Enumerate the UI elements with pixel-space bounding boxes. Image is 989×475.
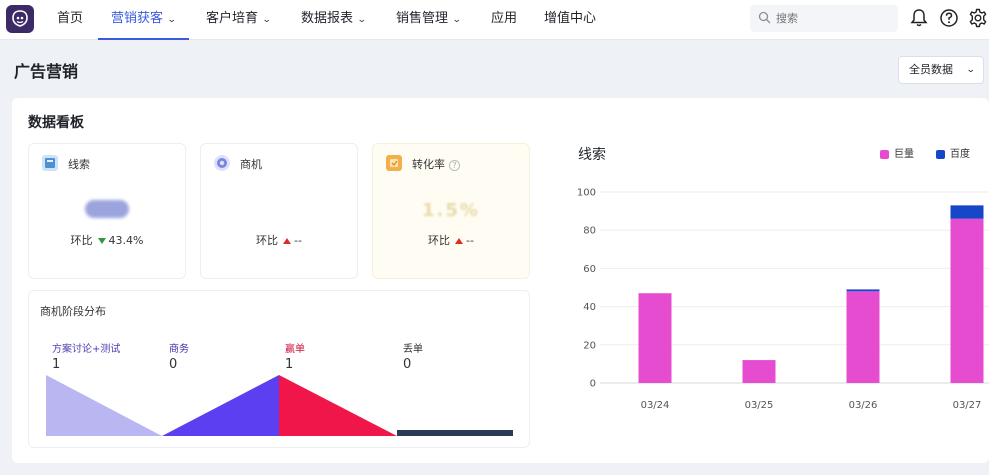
kpi-ratio: 环比 43.4%	[29, 232, 185, 248]
chevron-down-icon: ⌄	[166, 15, 177, 25]
y-tick-label: 100	[577, 188, 596, 199]
kpi-value-obscured	[29, 200, 185, 223]
stage-count-won: 1	[285, 357, 294, 372]
y-tick-label: 40	[583, 302, 596, 313]
search-input[interactable]	[776, 9, 892, 28]
top-navigation: 首页 营销获客 ⌄ 客户培育 ⌄ 数据报表 ⌄ 销售管理 ⌄ 应用 增值中心	[0, 0, 989, 40]
search-icon	[758, 11, 771, 24]
stage-name-business: 商务	[169, 344, 189, 355]
kpi-label: 转化率?	[412, 156, 460, 172]
nav-apps[interactable]: 应用	[491, 0, 517, 40]
chevron-down-icon: ⌄	[356, 15, 367, 25]
data-scope-value: 全员数据	[909, 63, 953, 76]
stage-count-discussion: 1	[52, 357, 61, 372]
settings-icon[interactable]	[968, 8, 988, 28]
y-tick-label: 60	[583, 264, 596, 275]
stage-count-business: 0	[169, 357, 178, 372]
kpi-label-text: 转化率	[412, 158, 445, 171]
kpi-ratio: 环比 --	[373, 232, 529, 248]
nav-marketing-acquisition[interactable]: 营销获客 ⌄	[98, 0, 189, 40]
trend-up-icon	[283, 237, 292, 244]
chart-title: 线索	[578, 147, 606, 163]
trend-up-icon	[455, 237, 464, 244]
kpi-card-opportunities[interactable]: 商机 环比 --	[200, 143, 358, 279]
kpi-card-leads[interactable]: 线索 环比 43.4%	[28, 143, 186, 279]
ratio-value: 43.4%	[108, 234, 144, 247]
nav-data-reports[interactable]: 数据报表 ⌄	[301, 0, 367, 40]
kpi-label: 商机	[240, 158, 262, 171]
bell-icon[interactable]	[909, 8, 929, 28]
nav-home-label: 首页	[57, 11, 84, 26]
stage-name-won: 赢单	[285, 344, 305, 355]
bar-juliang	[846, 291, 880, 383]
logo-mark-icon	[12, 10, 28, 27]
stage-name-discussion: 方案讨论+测试	[52, 344, 121, 355]
leads-icon	[42, 155, 58, 171]
x-tick-label: 03/24	[641, 400, 670, 411]
chevron-down-icon: ⌄	[451, 15, 462, 25]
help-circle-icon[interactable]: ?	[449, 160, 460, 171]
bar-juliang	[742, 360, 776, 383]
opportunity-icon	[214, 155, 230, 171]
legend-swatch	[880, 149, 889, 159]
y-tick-label: 20	[583, 340, 596, 351]
ratio-value: --	[466, 234, 474, 247]
nav-customer-nurture[interactable]: 客户培育 ⌄	[206, 0, 272, 40]
kpi-ratio: 环比 --	[201, 232, 357, 248]
legend-swatch	[936, 149, 945, 159]
ratio-label: 环比	[428, 234, 451, 247]
legend-label: 百度	[950, 149, 970, 160]
legend-item-juliang[interactable]: 巨量	[880, 145, 914, 160]
stage-shape-discussion	[46, 375, 162, 436]
opportunity-stage-distribution: 商机阶段分布 方案讨论+测试 1 商务 0 赢单 1 丢单 0	[28, 290, 530, 448]
x-tick-label: 03/27	[953, 400, 982, 411]
ratio-label: 环比	[256, 234, 279, 247]
nav-marketing-label: 营销获客	[111, 11, 164, 26]
y-tick-label: 0	[590, 379, 596, 390]
trend-down-icon	[97, 237, 106, 244]
nav-value-added-label: 增值中心	[544, 11, 597, 26]
data-scope-select[interactable]: 全员数据 ⌄	[898, 56, 984, 84]
stage-shape-won	[279, 375, 397, 436]
blurred-value	[85, 200, 129, 218]
legend-label: 巨量	[894, 149, 914, 160]
help-icon[interactable]	[939, 8, 959, 28]
nav-value-added-center[interactable]: 增值中心	[544, 0, 596, 40]
legend-item-baidu[interactable]: 百度	[936, 145, 970, 160]
bar-baidu	[846, 289, 880, 292]
nav-apps-label: 应用	[491, 11, 518, 26]
ratio-label: 环比	[70, 234, 93, 247]
chevron-down-icon: ⌄	[261, 15, 272, 25]
x-tick-label: 03/26	[849, 400, 878, 411]
conversion-icon	[386, 155, 402, 171]
y-tick-label: 80	[583, 226, 596, 237]
ratio-value: --	[294, 234, 302, 247]
nav-reports-label: 数据报表	[301, 11, 354, 26]
kpi-card-conversion-rate[interactable]: 转化率? 1.5% 环比 --	[372, 143, 530, 279]
stage-name-lost: 丢单	[403, 344, 423, 355]
kpi-value: 1.5%	[422, 200, 480, 221]
bar-juliang	[638, 293, 672, 383]
page-title: 广告营销	[14, 62, 79, 81]
x-tick-label: 03/25	[745, 400, 774, 411]
nav-sales-label: 销售管理	[396, 11, 449, 26]
search-box[interactable]	[750, 5, 898, 32]
stage-count-lost: 0	[403, 357, 412, 372]
nav-home[interactable]: 首页	[57, 0, 83, 40]
nav-nurture-label: 客户培育	[206, 11, 259, 26]
app-logo[interactable]	[6, 5, 34, 33]
leads-bar-chart: 0 20 40 60 80 100 03/24 03/25 03/26 03/27	[577, 188, 989, 411]
stage-shape-lost	[397, 430, 513, 436]
bar-juliang	[950, 218, 984, 383]
stage-title: 商机阶段分布	[40, 305, 106, 318]
bar-baidu	[950, 205, 984, 219]
chevron-down-icon: ⌄	[966, 65, 977, 75]
dashboard-title: 数据看板	[28, 115, 84, 131]
nav-sales-management[interactable]: 销售管理 ⌄	[396, 0, 462, 40]
stage-shape-business	[162, 375, 279, 436]
kpi-label: 线索	[68, 158, 90, 171]
